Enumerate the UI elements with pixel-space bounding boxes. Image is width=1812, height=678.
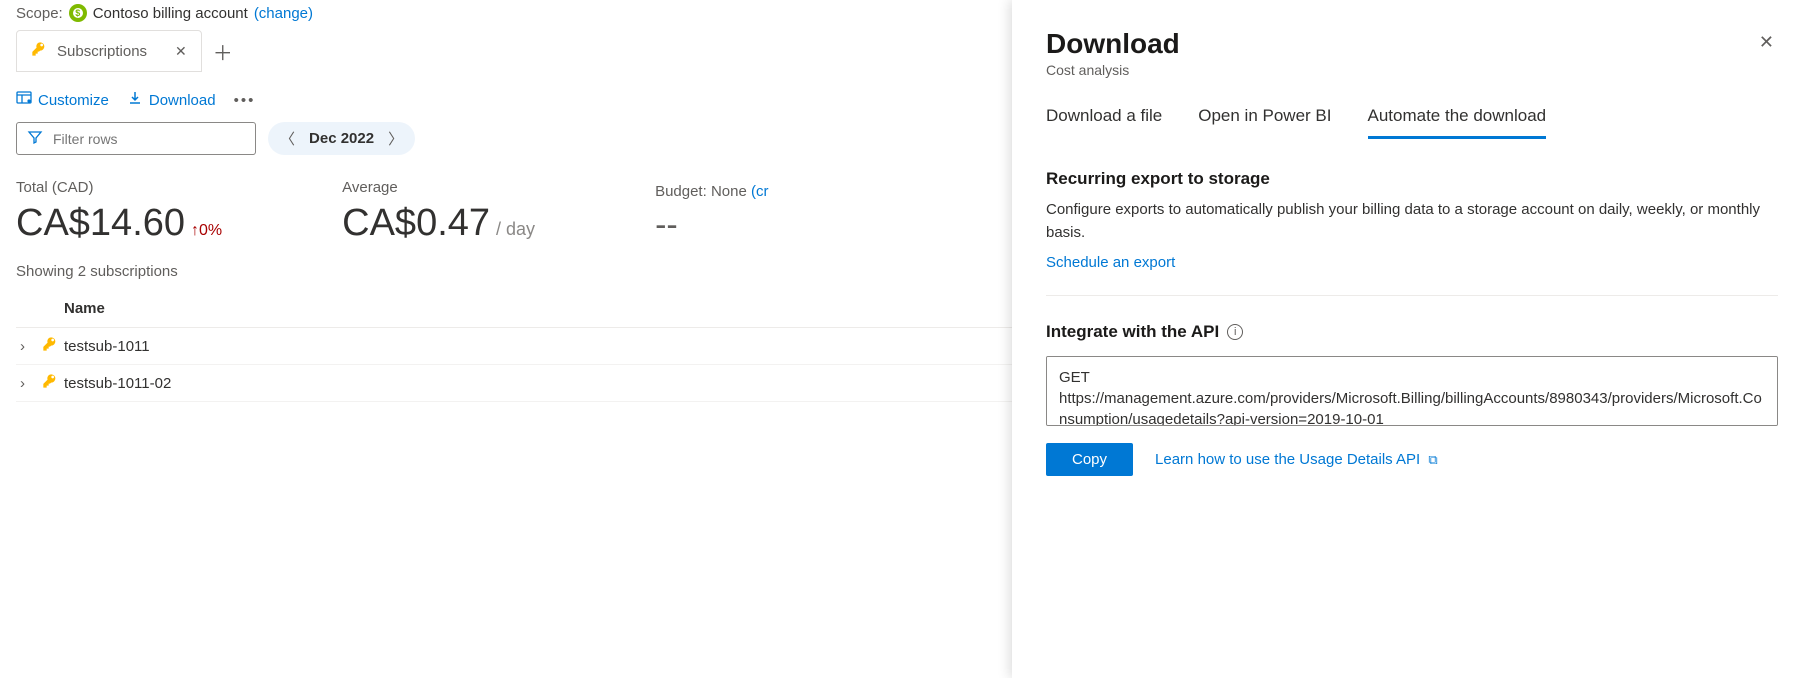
divider [1046, 295, 1778, 296]
chevron-left-icon[interactable]: 〈 [280, 128, 295, 149]
metric-budget: Budget: None (cr -- [655, 183, 768, 245]
chevron-right-icon[interactable]: 〉 [388, 128, 403, 149]
download-icon [127, 90, 143, 110]
download-panel: Download Cost analysis ✕ Download a file… [1012, 0, 1812, 678]
export-section: Recurring export to storage Configure ex… [1046, 169, 1778, 271]
tab-label: Subscriptions [57, 43, 147, 60]
metric-average: Average CA$0.47 / day [342, 179, 535, 245]
external-link-icon: ⧉ [1428, 452, 1437, 467]
date-range-picker[interactable]: 〈 Dec 2022 〉 [268, 122, 415, 155]
key-icon [42, 336, 64, 356]
close-panel-button[interactable]: ✕ [1755, 28, 1778, 57]
customize-button[interactable]: Customize [16, 90, 109, 110]
info-icon[interactable]: i [1227, 324, 1243, 340]
scope-account-icon: $ [69, 4, 87, 22]
panel-subtitle: Cost analysis [1046, 62, 1180, 78]
budget-create-link[interactable]: (cr [751, 183, 769, 200]
filter-input-wrap[interactable] [16, 122, 256, 155]
panel-title: Download [1046, 28, 1180, 60]
metric-average-value: CA$0.47 [342, 202, 490, 245]
date-range-label: Dec 2022 [309, 130, 374, 147]
tab-open-powerbi[interactable]: Open in Power BI [1198, 106, 1331, 139]
close-icon[interactable]: ✕ [175, 43, 187, 60]
api-request-box[interactable] [1046, 356, 1778, 426]
filter-icon [27, 129, 43, 148]
learn-api-link[interactable]: Learn how to use the Usage Details API ⧉ [1155, 451, 1438, 468]
download-button[interactable]: Download [127, 90, 216, 110]
add-tab-button[interactable]: ＋ [202, 30, 244, 72]
metric-total: Total (CAD) CA$14.60 ↑ 0% [16, 179, 222, 245]
arrow-up-icon: ↑ [191, 222, 199, 240]
copy-button[interactable]: Copy [1046, 443, 1133, 476]
metric-total-value: CA$14.60 [16, 202, 185, 245]
customize-label: Customize [38, 92, 109, 109]
metric-budget-label: Budget: None [655, 183, 747, 200]
schedule-export-link[interactable]: Schedule an export [1046, 254, 1778, 271]
chevron-right-icon[interactable]: › [20, 338, 42, 355]
tab-subscriptions[interactable]: Subscriptions ✕ [16, 30, 202, 72]
chevron-right-icon[interactable]: › [20, 375, 42, 392]
export-title: Recurring export to storage [1046, 169, 1778, 189]
metric-budget-value: -- [655, 206, 768, 245]
metric-total-label: Total (CAD) [16, 179, 222, 196]
filter-input[interactable] [53, 131, 245, 147]
more-button[interactable]: ••• [234, 92, 256, 109]
download-label: Download [149, 92, 216, 109]
key-icon [42, 373, 64, 393]
scope-label: Scope: [16, 5, 63, 22]
metric-average-label: Average [342, 179, 535, 196]
scope-account-name: Contoso billing account [93, 5, 248, 22]
metric-total-delta: ↑ 0% [191, 222, 222, 240]
api-title: Integrate with the API [1046, 322, 1219, 342]
tab-download-file[interactable]: Download a file [1046, 106, 1162, 139]
export-body: Configure exports to automatically publi… [1046, 199, 1778, 244]
api-actions: Copy Learn how to use the Usage Details … [1046, 443, 1778, 476]
panel-tabs: Download a file Open in Power BI Automat… [1046, 106, 1778, 139]
tab-automate-download[interactable]: Automate the download [1368, 106, 1547, 139]
api-section-header: Integrate with the API i [1046, 322, 1778, 342]
scope-change-link[interactable]: (change) [254, 5, 313, 22]
key-icon [31, 41, 47, 61]
customize-icon [16, 90, 32, 110]
metric-average-suffix: / day [496, 219, 535, 240]
